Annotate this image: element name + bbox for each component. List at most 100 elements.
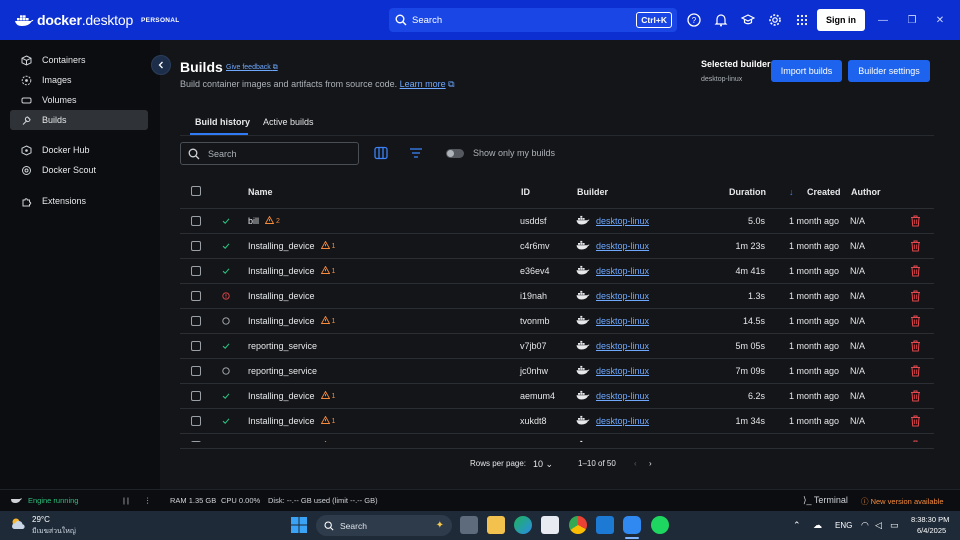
sidebar-item-images[interactable]: Images [10,70,148,90]
task-view-icon[interactable] [460,516,478,534]
sidebar-item-docker-scout[interactable]: Docker Scout [10,160,148,180]
wifi-icon[interactable]: ◠ [861,520,869,531]
only-my-builds-toggle[interactable] [446,149,464,158]
builder-link[interactable]: desktop-linux [596,241,649,251]
select-all-checkbox[interactable] [191,186,201,196]
table-row[interactable]: reporting_service jc0nhw desktop-linux 7m 0… [180,359,934,384]
windows-start-icon[interactable] [291,517,307,535]
column-duration[interactable]: Duration [729,187,766,197]
vscode-icon[interactable] [596,516,614,534]
table-row[interactable]: Installing_device 1 tvonmb desktop-linux 14.… [180,309,934,334]
docker-desktop-taskbar-icon[interactable] [623,516,641,534]
table-row[interactable]: Installing_device i19nah desktop-linux 1.3s… [180,284,934,309]
build-name-cell[interactable]: Installing_device 1 [248,240,335,251]
learn-more-link[interactable]: Learn more [400,79,446,89]
column-created[interactable]: Created [807,187,841,197]
builder-link[interactable]: desktop-linux [596,216,649,226]
filter-icon[interactable] [409,147,423,161]
delete-trash-icon[interactable] [910,390,922,402]
row-checkbox[interactable] [191,391,201,401]
build-name-cell[interactable]: Installing_device 1 [248,440,335,442]
column-builder[interactable]: Builder [577,187,608,197]
delete-trash-icon[interactable] [910,340,922,352]
delete-trash-icon[interactable] [910,240,922,252]
row-checkbox[interactable] [191,316,201,326]
builder-link[interactable]: desktop-linux [596,291,649,301]
build-name-cell[interactable]: bill 2 [248,215,280,226]
build-name-cell[interactable]: Installing_device 1 [248,315,335,326]
battery-icon[interactable]: ▭ [890,520,899,531]
row-checkbox[interactable] [191,366,201,376]
builder-link[interactable]: desktop-linux [596,391,649,401]
builds-search-input[interactable]: Search [180,142,359,165]
delete-trash-icon[interactable] [910,290,922,302]
delete-trash-icon[interactable] [910,265,922,277]
build-name-cell[interactable]: reporting_service [248,366,317,376]
builder-link[interactable]: desktop-linux [596,366,649,376]
chrome-icon[interactable] [569,516,587,534]
row-checkbox[interactable] [191,291,201,301]
sidebar-item-containers[interactable]: Containers [10,50,148,70]
minimize-icon[interactable]: — [876,13,890,27]
next-page-icon[interactable]: › [649,459,652,468]
builder-settings-button[interactable]: Builder settings [848,60,930,82]
sidebar-item-builds[interactable]: Builds [10,110,148,130]
delete-trash-icon[interactable] [910,215,922,227]
table-row[interactable]: Installing_device 1 c4r6mv desktop-linux 1m … [180,234,934,259]
build-name-cell[interactable]: reporting_service [248,341,317,351]
sign-in-button[interactable]: Sign in [817,9,865,31]
table-row[interactable]: Installing_device 1 uqbrsp desktop-linux 1m … [180,434,934,442]
prev-page-icon[interactable]: ‹ [634,459,637,468]
new-version-notice[interactable]: ⓘ New version available [861,496,944,507]
row-checkbox[interactable] [191,341,201,351]
tab-active-builds[interactable]: Active builds [263,117,314,127]
clock-time[interactable]: 8:38:30 PM [911,515,949,524]
weather-cloud-icon[interactable] [10,517,28,533]
row-checkbox[interactable] [191,441,201,442]
give-feedback-link[interactable]: Give feedback ⧉ [226,64,278,72]
global-search[interactable]: Search Ctrl+K [389,8,677,32]
clock-date[interactable]: 6/4/2025 [917,526,946,535]
onedrive-cloud-icon[interactable]: ☁ [813,520,822,531]
more-options-icon[interactable]: ⋮ [144,496,152,505]
table-row[interactable]: reporting_service v7jb07 desktop-linux 5m 0… [180,334,934,359]
delete-trash-icon[interactable] [910,415,922,427]
settings-gear-icon[interactable] [767,12,783,28]
show-hidden-icons-chevron-up-icon[interactable]: ⌃ [793,520,801,531]
pause-icon[interactable]: | | [123,496,129,505]
sidebar-item-volumes[interactable]: Volumes [10,90,148,110]
build-name-cell[interactable]: Installing_device [248,291,315,301]
edge-browser-icon[interactable] [514,516,532,534]
delete-trash-icon[interactable] [910,315,922,327]
table-row[interactable]: Installing_device 1 aemum4 desktop-linux 6.2… [180,384,934,409]
column-author[interactable]: Author [851,187,881,197]
build-name-cell[interactable]: Installing_device 1 [248,265,335,276]
restore-icon[interactable]: ❐ [905,13,919,27]
terminal-button[interactable]: ⟩_ Terminal [803,495,848,506]
column-name[interactable]: Name [248,187,273,197]
help-icon[interactable]: ? [686,12,702,28]
table-row[interactable]: Installing_device 1 xukdt8 desktop-linux 1m … [180,409,934,434]
table-row[interactable]: Installing_device 1 e36ev4 desktop-linux 4m … [180,259,934,284]
row-checkbox[interactable] [191,241,201,251]
spotify-icon[interactable] [651,516,669,534]
collapse-sidebar-button[interactable] [151,55,171,75]
builder-link[interactable]: desktop-linux [596,416,649,426]
sidebar-item-docker-hub[interactable]: Docker Hub [10,140,148,160]
notifications-bell-icon[interactable] [713,12,729,28]
delete-trash-icon[interactable] [910,365,922,377]
learning-center-icon[interactable] [740,12,756,28]
volume-icon[interactable]: ◁ [875,520,882,531]
build-name-cell[interactable]: Installing_device 1 [248,415,335,426]
taskbar-search[interactable]: Search ✦ [316,515,452,536]
builder-link[interactable]: desktop-linux [596,316,649,326]
microsoft-store-icon[interactable] [541,516,559,534]
builder-link[interactable]: desktop-linux [596,441,649,442]
column-id[interactable]: ID [521,187,530,197]
build-name-cell[interactable]: Installing_device 1 [248,390,335,401]
builder-link[interactable]: desktop-linux [596,341,649,351]
language-indicator[interactable]: ENG [835,521,852,530]
file-explorer-icon[interactable] [487,516,505,534]
delete-trash-icon[interactable] [910,440,922,442]
row-checkbox[interactable] [191,216,201,226]
